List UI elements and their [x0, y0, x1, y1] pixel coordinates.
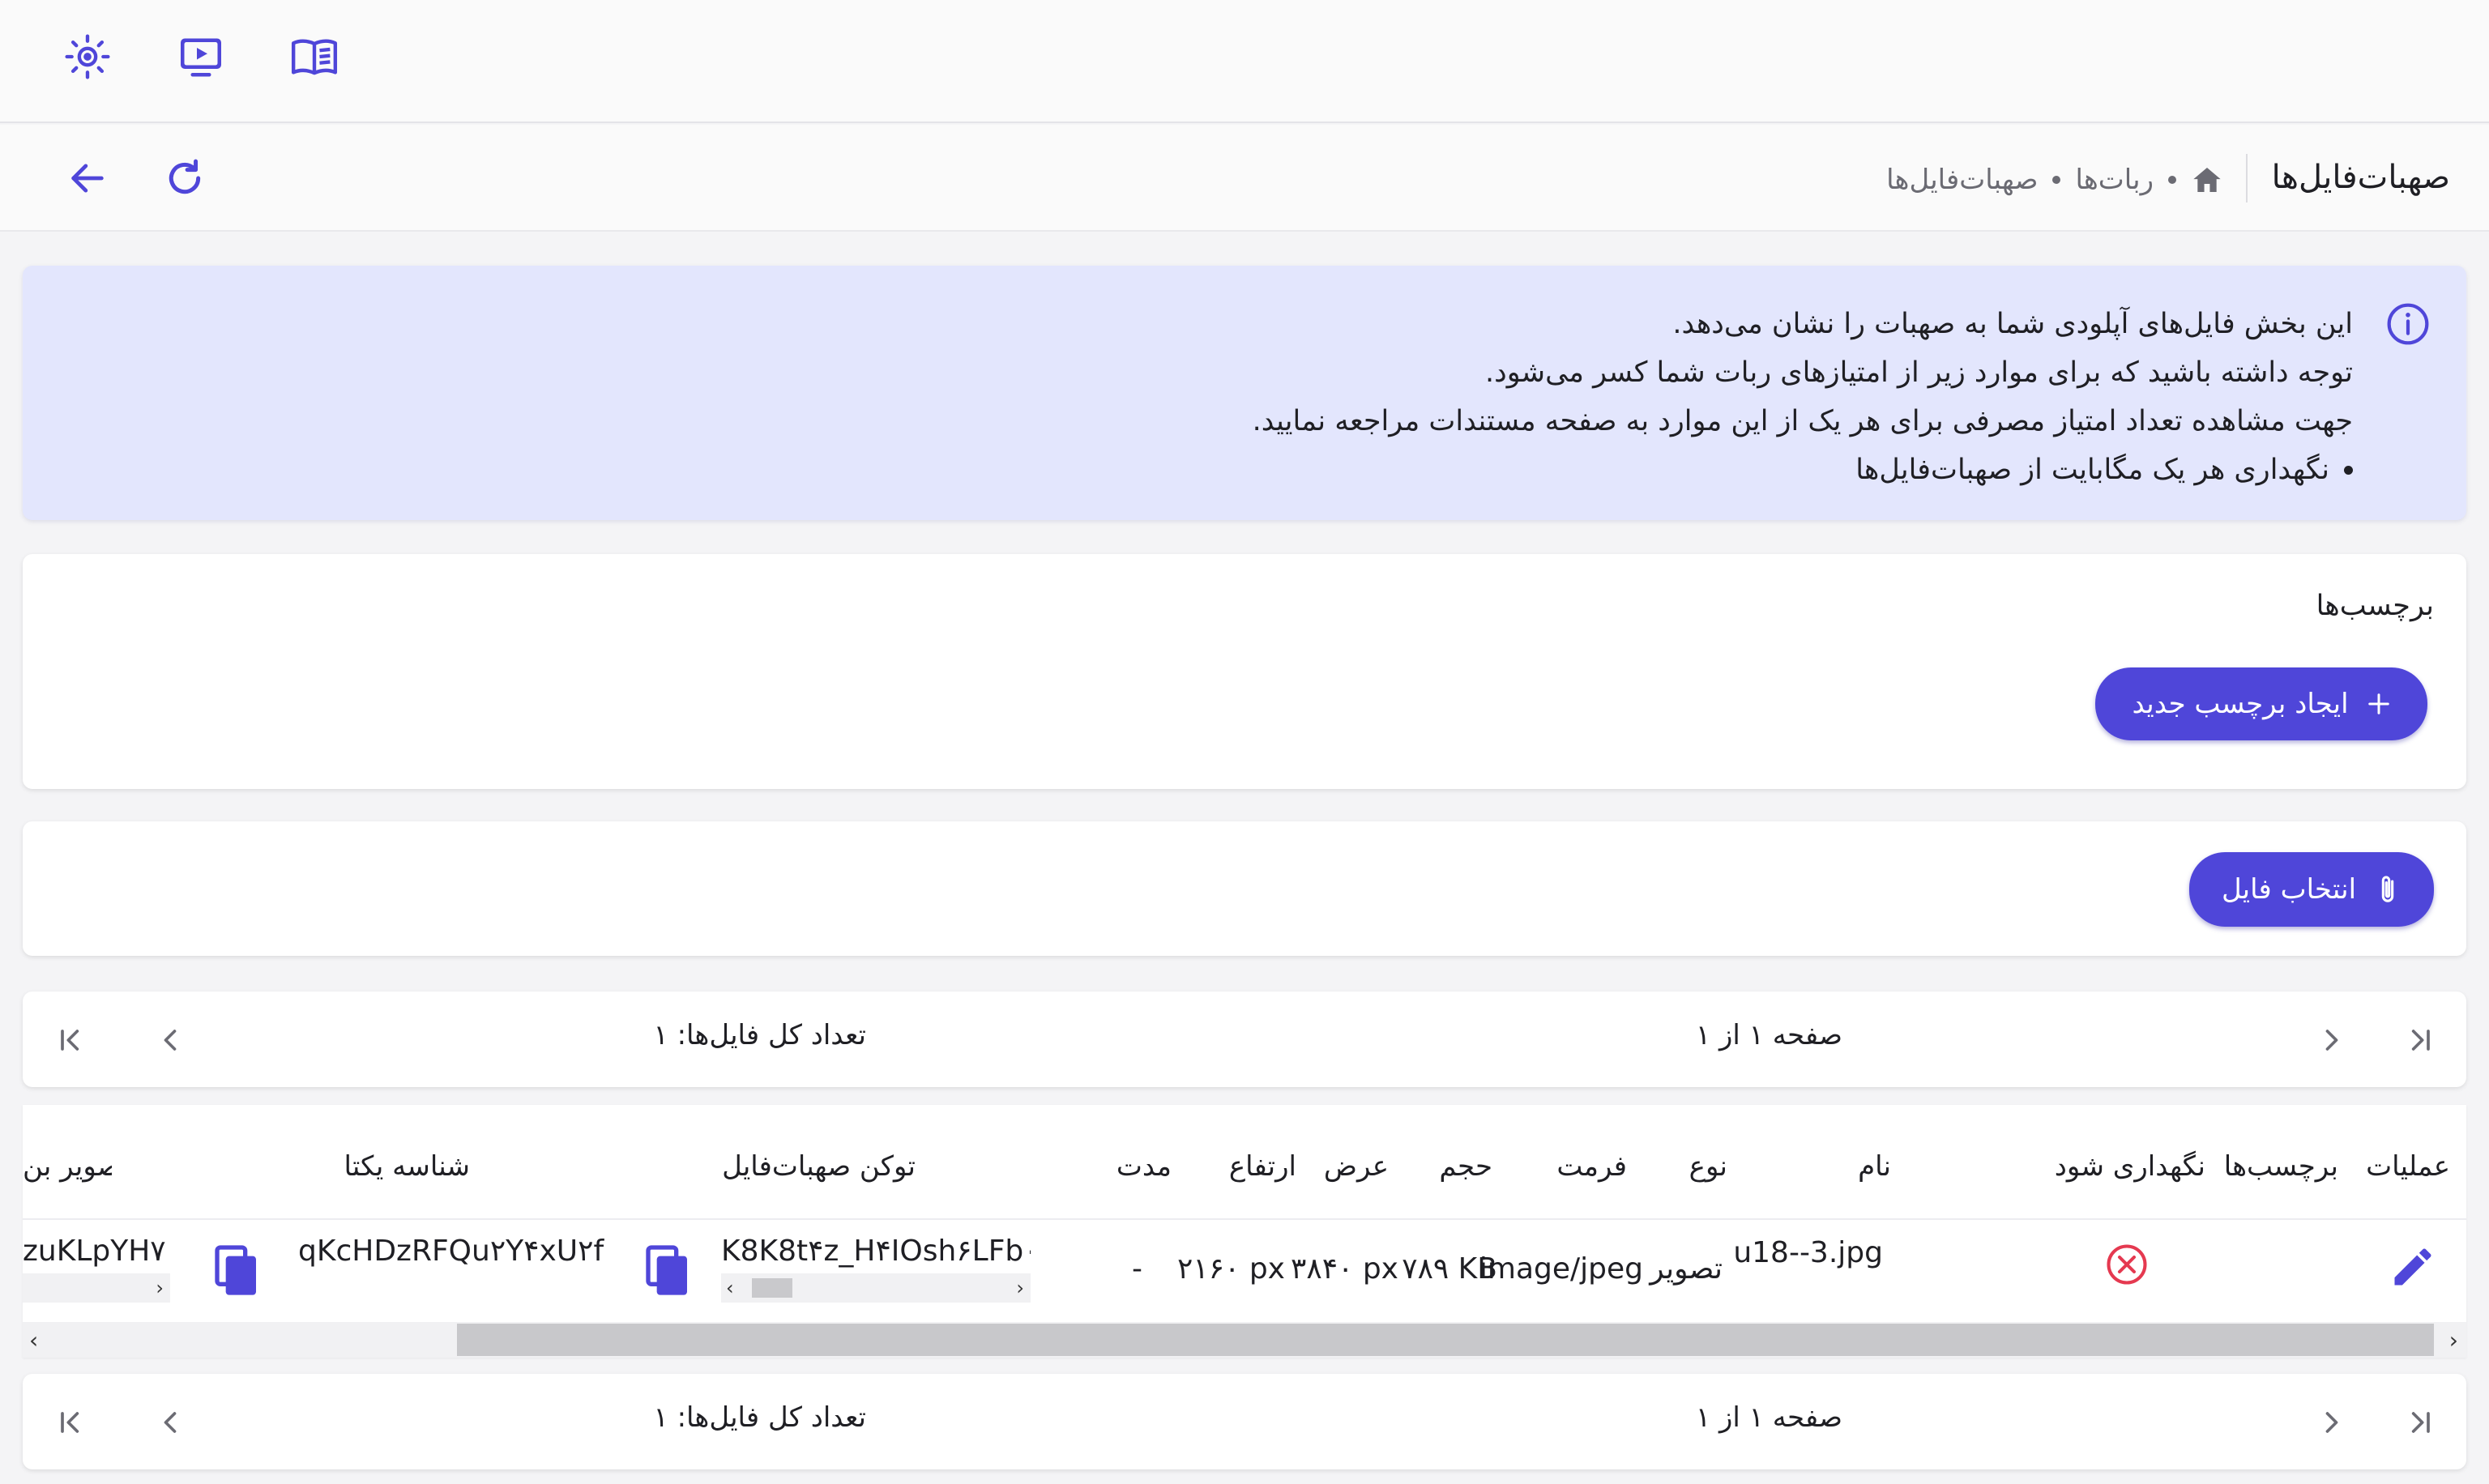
col-header-kind: نوع [1689, 1150, 1727, 1183]
col-header-format: فرمت [1556, 1150, 1627, 1183]
total-files: تعداد کل فایل‌ها: ۱ [653, 1401, 867, 1434]
header-divider [2246, 154, 2248, 203]
total-files: تعداد کل فایل‌ها: ۱ [653, 1019, 867, 1051]
scroll-thumb[interactable] [752, 1278, 792, 1298]
prev-page-icon[interactable] [2308, 1398, 2356, 1447]
select-file-button[interactable]: انتخاب فایل [2189, 852, 2434, 927]
page-header: صهبات‌فایل‌ها ربات‌ها صهبات‌فایل‌ها [0, 125, 2489, 232]
cell-kind: تصویر [1650, 1252, 1723, 1286]
create-tag-label: ایجاد برچسب جدید [2132, 688, 2349, 720]
cell-width: ۳۸۴۰ px [1291, 1252, 1398, 1286]
files-table: عملیات برچسب‌ها نگهداری شود نام نوع فرمت… [23, 1105, 2466, 1358]
next-page-icon[interactable] [146, 1016, 194, 1064]
slideshow-icon[interactable] [175, 31, 227, 83]
col-header-height: ارتفاع [1228, 1150, 1296, 1183]
last-page-icon[interactable] [47, 1398, 96, 1447]
edit-icon[interactable] [2389, 1243, 2437, 1291]
scroll-right-icon[interactable]: › [2449, 1327, 2458, 1354]
copy-icon[interactable] [642, 1241, 694, 1299]
tags-card: برچسب‌ها ایجاد برچسب جدید [23, 554, 2466, 789]
cell-height: ۲۱۶۰ px [1177, 1252, 1285, 1286]
select-file-label: انتخاب فایل [2221, 873, 2357, 906]
breadcrumb: ربات‌ها صهبات‌فایل‌ها [1886, 160, 2223, 199]
info-line: توجه داشته باشید که برای موارد زیر از ام… [1485, 356, 2353, 389]
sun-icon[interactable] [62, 31, 113, 83]
page-title: صهبات‌فایل‌ها [2271, 159, 2450, 196]
col-header-keep: نگهداری شود [2054, 1150, 2205, 1183]
info-bullet: نگهداری هر یک مگابایت از صهبات‌فایل‌ها [1253, 446, 2353, 494]
info-line: این بخش فایل‌های آپلودی شما به صهبات را … [1672, 308, 2353, 340]
scroll-right-icon[interactable]: › [156, 1277, 164, 1299]
breadcrumb-separator [2168, 176, 2176, 184]
cell-thumb: zuKLpYH۷ [23, 1235, 166, 1268]
refresh-icon[interactable] [159, 152, 211, 204]
col-header-size: حجم [1439, 1150, 1492, 1183]
cell-name: u18--3.jpg [1733, 1236, 1883, 1269]
breadcrumb-current: صهبات‌فایل‌ها [1886, 164, 2039, 196]
cell-token: K8K8t۴z_H۴IOsh۶LFb۰ [721, 1235, 1031, 1268]
first-page-icon[interactable] [2395, 1398, 2444, 1447]
col-header-duration: مدت [1116, 1150, 1172, 1183]
header-divider [23, 1218, 2466, 1220]
prev-page-icon[interactable] [2308, 1016, 2356, 1064]
col-header-width: عرض [1323, 1150, 1389, 1183]
info-text: این بخش فایل‌های آپلودی شما به صهبات را … [1253, 300, 2353, 494]
info-icon [2385, 301, 2431, 347]
upload-card: انتخاب فایل [23, 821, 2466, 956]
last-page-icon[interactable] [47, 1016, 96, 1064]
scroll-left-icon[interactable]: ‹ [29, 1327, 38, 1354]
info-bullet-text: نگهداری هر یک مگابایت از صهبات‌فایل‌ها [1855, 454, 2329, 486]
col-header-tags: برچسب‌ها [2223, 1150, 2338, 1183]
create-tag-button[interactable]: ایجاد برچسب جدید [2095, 667, 2427, 740]
back-arrow-icon[interactable] [62, 152, 113, 204]
col-header-actions: عملیات [2366, 1150, 2450, 1183]
not-kept-icon [2105, 1243, 2149, 1286]
first-page-icon[interactable] [2395, 1016, 2444, 1064]
page-indicator: صفحه ۱ از ۱ [1695, 1019, 1842, 1051]
info-alert: این بخش فایل‌های آپلودی شما به صهبات را … [23, 266, 2466, 520]
tags-title: برچسب‌ها [2316, 590, 2434, 622]
col-header-token: توکن صهبات‌فایل [722, 1150, 916, 1183]
thumb-scrollbar[interactable]: › [23, 1273, 170, 1303]
bullet-dot [2344, 465, 2353, 475]
paperclip-icon [2374, 873, 2401, 906]
cell-uid: qKcHDzRFQu۲Y۴xU۲f [298, 1235, 604, 1268]
pagination-bottom: صفحه ۱ از ۱ تعداد کل فایل‌ها: ۱ [23, 1374, 2466, 1469]
scroll-right-icon[interactable]: › [1016, 1277, 1024, 1299]
home-icon[interactable] [2191, 164, 2223, 196]
table-horizontal-scrollbar[interactable]: ‹ › [23, 1322, 2466, 1358]
token-scrollbar[interactable]: ‹ › [721, 1273, 1031, 1303]
col-header-name: نام [1858, 1150, 1891, 1183]
book-icon[interactable] [288, 31, 340, 83]
plus-icon [2367, 692, 2391, 716]
info-line: جهت مشاهده تعداد امتیاز مصرفی برای هر یک… [1252, 405, 2353, 437]
col-header-uid: شناسه یکتا [344, 1150, 471, 1183]
top-toolbar [0, 0, 2489, 123]
breadcrumb-bots[interactable]: ربات‌ها [2075, 164, 2154, 196]
scroll-left-icon[interactable]: ‹ [726, 1277, 734, 1299]
cell-format: image/jpeg [1479, 1252, 1643, 1286]
breadcrumb-separator [2052, 176, 2061, 184]
col-header-thumb: تصویر بن [23, 1150, 112, 1183]
scroll-thumb[interactable] [457, 1324, 2434, 1356]
cell-duration: - [1132, 1252, 1142, 1286]
pagination-top: صفحه ۱ از ۱ تعداد کل فایل‌ها: ۱ [23, 991, 2466, 1087]
next-page-icon[interactable] [146, 1398, 194, 1447]
copy-icon[interactable] [211, 1241, 263, 1299]
cell-size: ۷۸۹ KB [1402, 1252, 1497, 1286]
page-indicator: صفحه ۱ از ۱ [1695, 1401, 1842, 1434]
